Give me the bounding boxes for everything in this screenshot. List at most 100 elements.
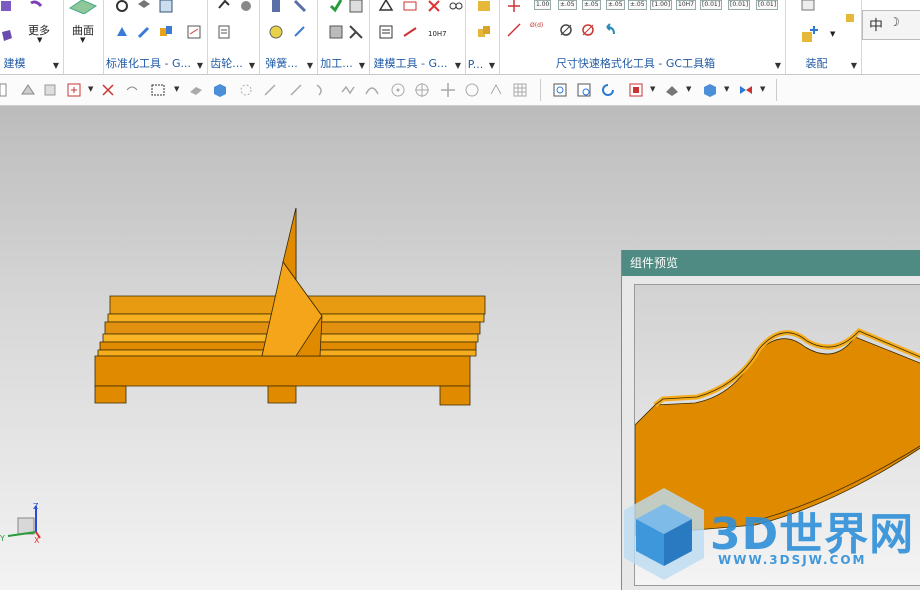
- more-arrow-icon[interactable]: ▼: [37, 36, 42, 44]
- view-orient-icon[interactable]: [628, 82, 644, 98]
- text-icon[interactable]: [378, 24, 394, 40]
- render-style-dropdown-icon[interactable]: ▼: [686, 85, 691, 93]
- cutter-icon[interactable]: [348, 24, 364, 40]
- rotate-icon[interactable]: [600, 82, 616, 98]
- snap-icon[interactable]: [100, 82, 116, 98]
- crosshair-icon[interactable]: [440, 82, 456, 98]
- components-icon[interactable]: [476, 24, 492, 40]
- layers-icon[interactable]: [136, 0, 152, 14]
- box-select-icon[interactable]: [150, 82, 166, 98]
- snap-settings-icon[interactable]: [488, 82, 504, 98]
- box-select-dropdown-icon[interactable]: ▼: [174, 85, 179, 93]
- axis-triad[interactable]: [0, 498, 50, 548]
- group-expand-icon[interactable]: ▼: [359, 61, 365, 70]
- group-expand-icon[interactable]: ▼: [307, 61, 313, 70]
- tolerance-10h7-button[interactable]: 10H7: [428, 30, 447, 38]
- cube-icon[interactable]: [212, 82, 228, 98]
- assembly-arrow-icon[interactable]: ▼: [830, 30, 835, 38]
- arc-icon[interactable]: [364, 82, 380, 98]
- format-4-button[interactable]: ±.05: [606, 0, 625, 10]
- select-feature-icon[interactable]: [20, 82, 36, 98]
- shaded-cube-dropdown-icon[interactable]: ▼: [724, 85, 729, 93]
- lasso-icon[interactable]: [124, 82, 140, 98]
- gear-list-icon[interactable]: [216, 24, 232, 40]
- point-snap-icon[interactable]: [238, 82, 254, 98]
- group-expand-icon[interactable]: ▼: [775, 61, 781, 70]
- feature-icon[interactable]: [28, 0, 44, 16]
- spring-coil-icon[interactable]: [268, 24, 284, 40]
- assembly-constraint-icon[interactable]: [844, 10, 860, 26]
- zoom-window-icon[interactable]: [576, 82, 592, 98]
- drawing-icon[interactable]: [186, 24, 202, 40]
- add-component-icon[interactable]: [800, 24, 820, 44]
- dimension-icon[interactable]: [402, 24, 418, 40]
- group-expand-icon[interactable]: ▼: [455, 61, 461, 70]
- toolpath-icon[interactable]: [328, 24, 344, 40]
- shaded-cube-icon[interactable]: [702, 82, 718, 98]
- face-point-icon[interactable]: [464, 82, 480, 98]
- diameter-icon[interactable]: [558, 22, 574, 38]
- line2-icon[interactable]: [288, 82, 304, 98]
- gear-tool-icon[interactable]: [216, 0, 232, 14]
- quadrant-icon[interactable]: [414, 82, 430, 98]
- render-style-icon[interactable]: [664, 82, 680, 98]
- format-6-button[interactable]: [1.00]: [650, 0, 673, 10]
- zoom-fit-icon[interactable]: [552, 82, 568, 98]
- measure-icon[interactable]: [402, 0, 418, 14]
- undo-icon[interactable]: [602, 22, 618, 38]
- group-expand-icon[interactable]: ▼: [851, 61, 857, 70]
- format-3-button[interactable]: ±.05: [582, 0, 601, 10]
- link-icon[interactable]: [448, 0, 464, 14]
- group-expand-icon[interactable]: ▼: [53, 61, 59, 70]
- spline-icon[interactable]: [340, 82, 356, 98]
- format-9-button[interactable]: [0.01]: [728, 0, 751, 10]
- wrench-icon[interactable]: [136, 24, 152, 40]
- triangle-icon[interactable]: [378, 0, 394, 14]
- revolve-icon[interactable]: [0, 0, 16, 14]
- format-8-button[interactable]: [0.01]: [700, 0, 723, 10]
- check-icon[interactable]: [328, 0, 344, 14]
- grid-icon[interactable]: [512, 82, 528, 98]
- surface-arrow-icon[interactable]: ▼: [80, 36, 85, 44]
- format-1-button[interactable]: 1.00: [534, 0, 552, 10]
- select-dropdown-icon[interactable]: ▼: [88, 85, 93, 93]
- group-expand-icon[interactable]: ▼: [489, 61, 495, 70]
- pen-icon[interactable]: [292, 0, 308, 14]
- bolt-icon[interactable]: [114, 24, 130, 40]
- assembly-icon[interactable]: [800, 0, 816, 14]
- format-7-button[interactable]: 10H7: [676, 0, 696, 10]
- dimension-style-icon[interactable]: [506, 0, 522, 14]
- hole-icon[interactable]: [114, 0, 130, 14]
- ime-indicator[interactable]: 中 ☽: [862, 10, 920, 40]
- dim-line-icon[interactable]: [506, 22, 522, 38]
- curve-icon[interactable]: [314, 82, 330, 98]
- group-expand-icon[interactable]: ▼: [249, 61, 255, 70]
- diameter-remove-icon[interactable]: [580, 22, 596, 38]
- extrude-icon[interactable]: [0, 28, 16, 44]
- section-view-dropdown-icon[interactable]: ▼: [760, 85, 765, 93]
- table-icon[interactable]: [158, 0, 174, 14]
- surface-icon[interactable]: [68, 0, 98, 14]
- format-2-button[interactable]: ±.05: [558, 0, 577, 10]
- part-library-icon[interactable]: [158, 24, 174, 40]
- group-expand-icon[interactable]: ▼: [197, 61, 203, 70]
- main-part-model[interactable]: [0, 106, 620, 590]
- panel-title[interactable]: 组件预览: [622, 250, 920, 276]
- component-icon[interactable]: [476, 0, 492, 14]
- spring-icon[interactable]: [268, 0, 284, 14]
- format-5-button[interactable]: ±.05: [628, 0, 647, 10]
- dim-phi-button[interactable]: Ø(d): [530, 22, 543, 29]
- select-body-icon[interactable]: [42, 82, 58, 98]
- section-view-icon[interactable]: [738, 82, 754, 98]
- spring-edit-icon[interactable]: [292, 24, 308, 40]
- view-orient-dropdown-icon[interactable]: ▼: [650, 85, 655, 93]
- center-icon[interactable]: [390, 82, 406, 98]
- gear-icon[interactable]: [238, 0, 254, 14]
- line-icon[interactable]: [262, 82, 278, 98]
- cross-icon[interactable]: [426, 0, 442, 14]
- format-10-button[interactable]: [0.01]: [756, 0, 779, 10]
- machining-icon[interactable]: [348, 0, 364, 14]
- filter-dropdown-icon[interactable]: [0, 82, 16, 98]
- select-all-icon[interactable]: [66, 82, 82, 98]
- view-solid-icon[interactable]: [188, 82, 204, 98]
